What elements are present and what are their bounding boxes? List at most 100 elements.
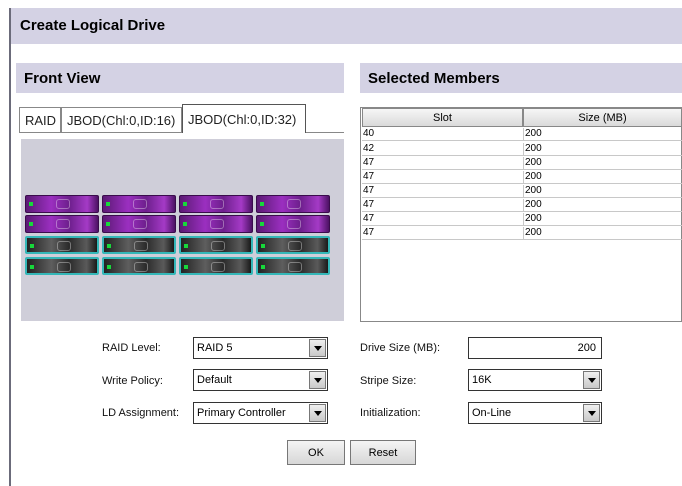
slot-cell: 42 [363, 143, 375, 154]
drive-led-icon [261, 265, 265, 269]
drive-bay[interactable] [25, 195, 99, 213]
column-header-size[interactable]: Size (MB) [523, 108, 682, 127]
drive-handle-icon [56, 199, 70, 209]
reset-button[interactable]: Reset [350, 440, 416, 465]
column-divider [523, 128, 524, 141]
write-policy-value: Default [197, 374, 232, 386]
initialization-value: On-Line [472, 407, 512, 419]
chevron-down-icon[interactable] [309, 371, 326, 389]
drive-bay[interactable] [179, 195, 253, 213]
drive-led-icon [261, 244, 265, 248]
drive-size-input[interactable]: 200 [468, 337, 602, 359]
column-header-slot[interactable]: Slot [362, 108, 523, 127]
size-cell: 200 [525, 171, 542, 182]
column-divider [523, 171, 524, 184]
drive-bay[interactable] [102, 215, 176, 233]
chevron-down-icon[interactable] [309, 404, 326, 422]
ld-assignment-value: Primary Controller [197, 407, 286, 419]
drive-handle-icon [134, 262, 148, 272]
chevron-down-icon[interactable] [309, 339, 326, 357]
stripe-size-value: 16K [472, 374, 492, 386]
drive-bay[interactable] [179, 257, 253, 275]
drive-handle-icon [210, 219, 224, 229]
drive-bay[interactable] [25, 215, 99, 233]
page-title: Create Logical Drive [11, 8, 682, 44]
drive-led-icon [260, 222, 264, 226]
drive-bay[interactable] [102, 195, 176, 213]
slot-cell: 47 [363, 199, 375, 210]
drive-bay[interactable] [102, 257, 176, 275]
drive-led-icon [184, 244, 188, 248]
stripe-size-label: Stripe Size: [360, 375, 417, 387]
slot-cell: 47 [363, 185, 375, 196]
enclosure-front-view [21, 139, 344, 321]
drive-bay[interactable] [179, 215, 253, 233]
drive-bay[interactable] [179, 236, 253, 254]
size-cell: 200 [525, 157, 542, 168]
table-row[interactable]: 40 200 [362, 128, 682, 141]
drive-handle-icon [211, 262, 225, 272]
tab-jbod-id16[interactable]: JBOD(Chl:0,ID:16) [61, 107, 182, 133]
stripe-size-select[interactable]: 16K [468, 369, 602, 391]
size-cell: 200 [525, 227, 542, 238]
drive-size-label: Drive Size (MB): [360, 342, 441, 354]
left-divider [9, 8, 11, 486]
table-row[interactable]: 47 200 [362, 199, 682, 212]
raid-level-label: RAID Level: [102, 342, 161, 354]
size-cell: 200 [525, 213, 542, 224]
slot-cell: 47 [363, 227, 375, 238]
drive-led-icon [29, 222, 33, 226]
column-divider [523, 185, 524, 198]
drive-bay[interactable] [256, 257, 330, 275]
ok-button[interactable]: OK [287, 440, 345, 465]
drive-bay[interactable] [25, 257, 99, 275]
tab-jbod-id32[interactable]: JBOD(Chl:0,ID:32) [182, 104, 306, 133]
drive-bay[interactable] [256, 195, 330, 213]
column-divider [523, 199, 524, 212]
drive-led-icon [106, 222, 110, 226]
drive-bay[interactable] [102, 236, 176, 254]
raid-level-select[interactable]: RAID 5 [193, 337, 328, 359]
drive-led-icon [183, 222, 187, 226]
drive-handle-icon [288, 241, 302, 251]
chevron-down-icon[interactable] [583, 371, 600, 389]
table-row[interactable]: 47 200 [362, 171, 682, 184]
create-logical-drive-window: Create Logical Drive Front View RAID JBO… [0, 0, 682, 486]
drive-handle-icon [287, 219, 301, 229]
table-row[interactable]: 47 200 [362, 157, 682, 170]
drive-led-icon [183, 202, 187, 206]
column-divider [523, 227, 524, 240]
initialization-label: Initialization: [360, 407, 421, 419]
write-policy-select[interactable]: Default [193, 369, 328, 391]
chevron-down-icon[interactable] [583, 404, 600, 422]
drive-led-icon [29, 202, 33, 206]
drive-handle-icon [287, 199, 301, 209]
ld-assignment-select[interactable]: Primary Controller [193, 402, 328, 424]
initialization-select[interactable]: On-Line [468, 402, 602, 424]
slot-cell: 47 [363, 157, 375, 168]
drive-handle-icon [211, 241, 225, 251]
tab-raid[interactable]: RAID [19, 107, 61, 133]
drive-handle-icon [288, 262, 302, 272]
write-policy-label: Write Policy: [102, 375, 163, 387]
drive-bay[interactable] [256, 236, 330, 254]
drive-handle-icon [133, 199, 147, 209]
drive-led-icon [107, 265, 111, 269]
table-row[interactable]: 47 200 [362, 213, 682, 226]
drive-handle-icon [57, 262, 71, 272]
drive-bay[interactable] [256, 215, 330, 233]
drive-handle-icon [56, 219, 70, 229]
selected-members-heading: Selected Members [360, 63, 682, 93]
table-row[interactable]: 42 200 [362, 143, 682, 156]
size-cell: 200 [525, 128, 542, 139]
drive-handle-icon [133, 219, 147, 229]
drive-handle-icon [134, 241, 148, 251]
drive-bay[interactable] [25, 236, 99, 254]
column-divider [523, 157, 524, 170]
front-view-heading: Front View [16, 63, 344, 93]
drive-handle-icon [57, 241, 71, 251]
table-row[interactable]: 47 200 [362, 227, 682, 240]
slot-cell: 40 [363, 128, 375, 139]
table-row[interactable]: 47 200 [362, 185, 682, 198]
drive-led-icon [106, 202, 110, 206]
